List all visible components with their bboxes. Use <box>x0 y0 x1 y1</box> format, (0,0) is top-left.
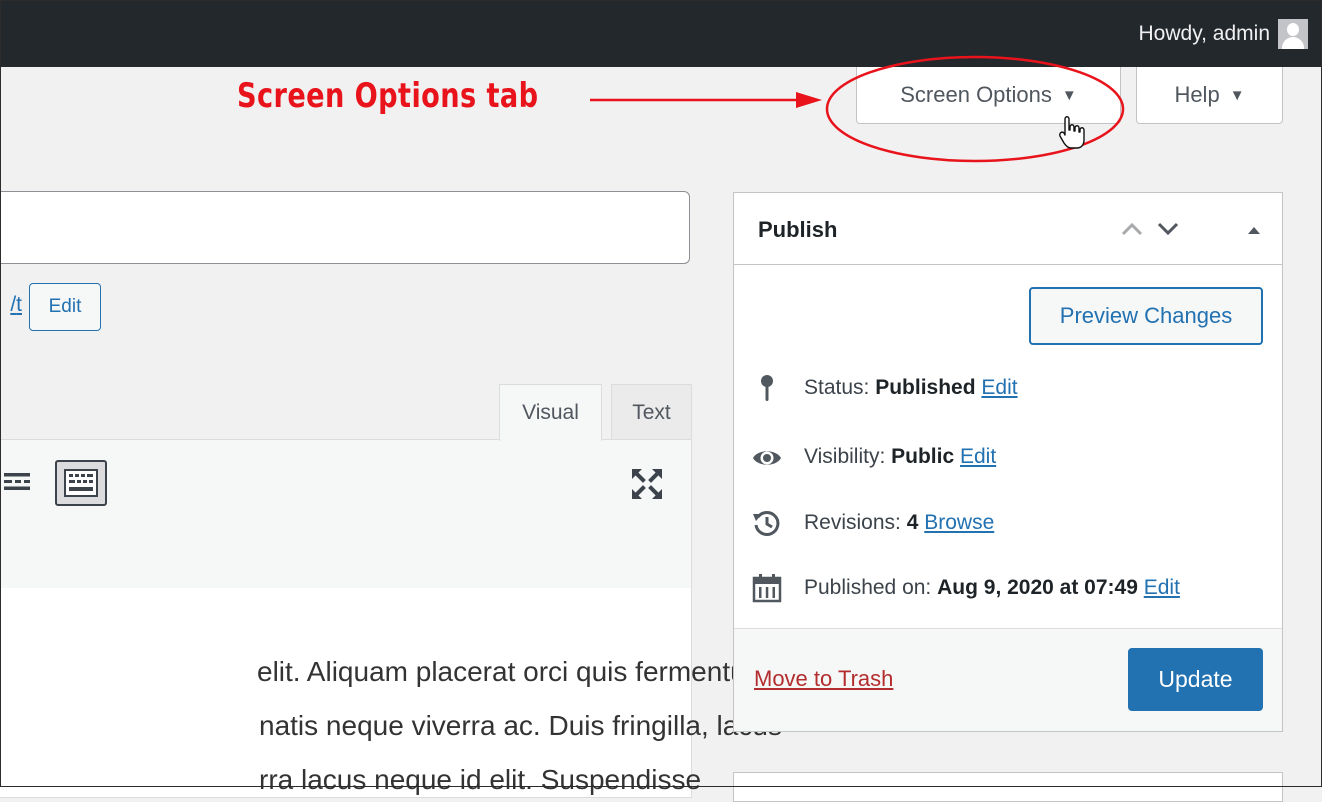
status-row: Status: Published Edit <box>804 376 1018 400</box>
tab-visual[interactable]: Visual <box>499 384 602 441</box>
visibility-edit-link[interactable]: Edit <box>960 445 996 468</box>
tab-text[interactable]: Text <box>611 384 692 440</box>
pin-icon <box>761 375 773 401</box>
publish-box: Publish Preview Changes Status: Publishe… <box>733 192 1283 732</box>
chevron-up-icon[interactable] <box>1120 217 1144 241</box>
revisions-value: 4 <box>906 511 919 534</box>
publish-actions: Move to Trash Update <box>734 628 1282 731</box>
visibility-value: Public <box>891 445 955 468</box>
preview-changes-button[interactable]: Preview Changes <box>1029 287 1263 345</box>
revisions-label: Revisions: <box>804 511 907 534</box>
howdy-greeting[interactable]: Howdy, admin <box>1139 22 1271 46</box>
collapse-triangle-icon[interactable] <box>1242 217 1266 241</box>
caret-down-icon: ▼ <box>1061 86 1077 104</box>
toolbar-toggle-icon[interactable] <box>55 460 107 506</box>
admin-bar: Howdy, admin <box>0 0 1322 67</box>
screen-options-label: Screen Options <box>900 82 1052 107</box>
eye-icon <box>753 451 781 465</box>
status-label: Status: <box>804 376 876 399</box>
post-title-input[interactable] <box>0 191 690 264</box>
status-value: Published <box>875 376 976 399</box>
permalink-edit-button[interactable]: Edit <box>29 283 101 331</box>
content-line: elit. Aliquam placerat orci quis ferment… <box>257 656 769 687</box>
publish-box-header: Publish <box>734 193 1282 265</box>
revisions-browse-link[interactable]: Browse <box>924 511 994 534</box>
annotation-arrow <box>590 92 822 108</box>
chevron-down-icon[interactable] <box>1156 217 1180 241</box>
help-tab[interactable]: Help ▼ <box>1136 67 1283 124</box>
revisions-row: Revisions: 4 Browse <box>804 511 994 535</box>
help-label: Help <box>1174 82 1220 107</box>
status-edit-link[interactable]: Edit <box>981 376 1017 399</box>
screen-options-tab[interactable]: Screen Options ▼ <box>856 67 1121 124</box>
update-button[interactable]: Update <box>1128 648 1263 711</box>
move-to-trash-link[interactable]: Move to Trash <box>754 666 893 692</box>
content-line: rra lacus neque id elit. Suspendisse <box>259 764 702 795</box>
fullscreen-icon[interactable] <box>630 467 664 501</box>
publish-title: Publish <box>758 217 838 242</box>
permalink-link[interactable]: t/ <box>0 293 22 317</box>
published-on-label: Published on: <box>804 576 938 599</box>
annotation-label: Screen Options tab <box>237 76 539 116</box>
next-meta-box <box>733 772 1283 802</box>
read-more-icon[interactable] <box>4 470 30 492</box>
calendar-icon <box>752 574 782 603</box>
visibility-row: Visibility: Public Edit <box>804 445 996 469</box>
editor-content-area[interactable]: elit. Aliquam placerat orci quis ferment… <box>0 588 782 798</box>
visibility-label: Visibility: <box>804 445 892 468</box>
published-on-edit-link[interactable]: Edit <box>1144 576 1180 599</box>
history-icon <box>753 510 780 536</box>
caret-down-icon: ▼ <box>1229 86 1245 104</box>
content-line: natis neque viverra ac. Duis fringilla, … <box>259 710 782 741</box>
user-avatar-icon[interactable] <box>1278 19 1308 49</box>
published-on-row: Published on: Aug 9, 2020 at 07:49 Edit <box>804 576 1180 600</box>
published-on-value: Aug 9, 2020 at 07:49 <box>937 576 1138 599</box>
